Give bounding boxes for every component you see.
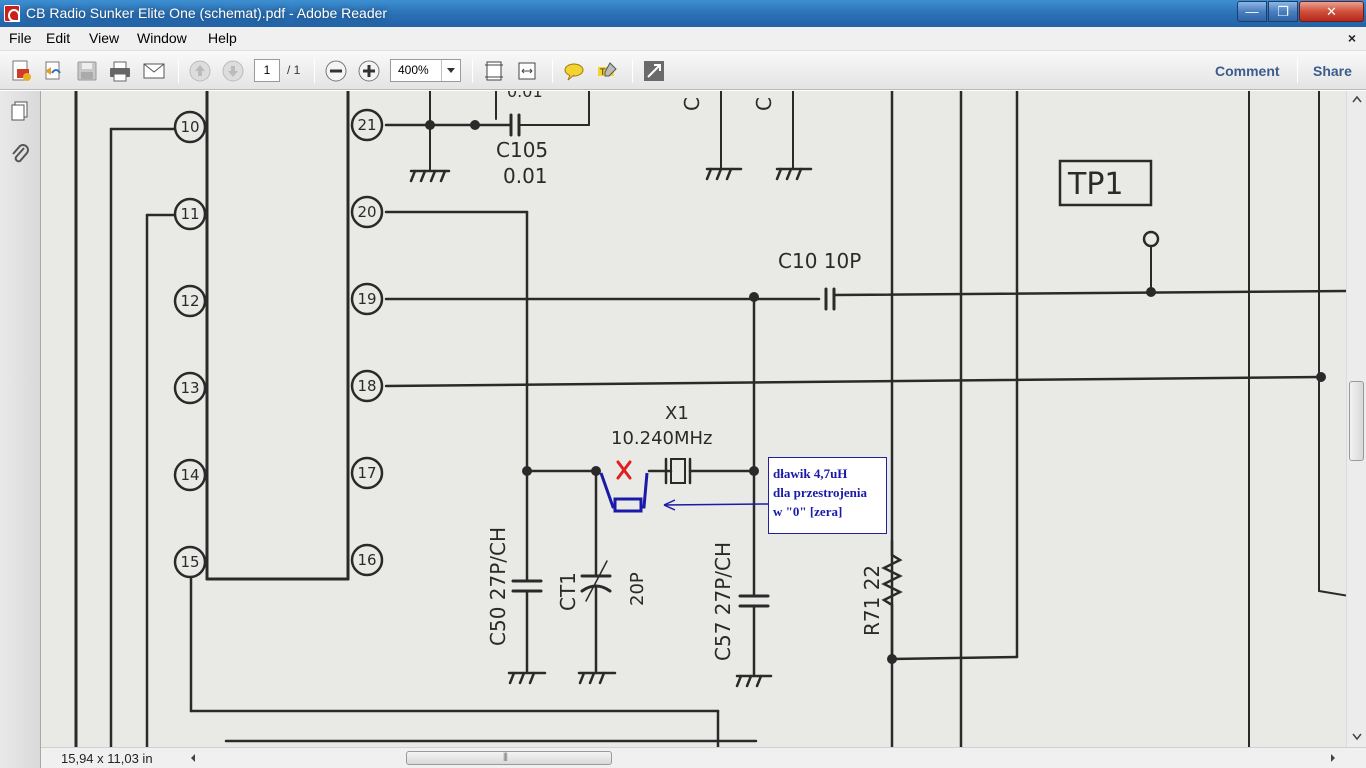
page-number-input[interactable]: 1	[254, 59, 280, 82]
adobe-reader-window: CB Radio Sunker Elite One (schemat).pdf …	[0, 0, 1366, 768]
title-bar: CB Radio Sunker Elite One (schemat).pdf …	[0, 0, 1366, 27]
menu-file[interactable]: File	[9, 30, 32, 46]
menu-window[interactable]: Window	[137, 30, 187, 46]
menu-edit[interactable]: Edit	[46, 30, 70, 46]
pin-label: 19	[357, 290, 376, 308]
ct1-value: 20P	[627, 572, 648, 606]
pin-label: 18	[357, 377, 376, 395]
pin-label: 16	[357, 551, 376, 569]
zoom-in-icon[interactable]	[357, 59, 381, 83]
full-screen-icon[interactable]	[642, 59, 666, 83]
c105-label: C105	[496, 138, 548, 162]
open-file-icon[interactable]	[42, 59, 66, 83]
print-icon[interactable]	[108, 59, 132, 83]
zoom-out-icon[interactable]	[324, 59, 348, 83]
c105-value: 0.01	[503, 164, 548, 188]
close-button[interactable]: ✕	[1299, 1, 1364, 22]
pin-label: 17	[357, 464, 376, 482]
sticky-note-icon[interactable]	[562, 59, 586, 83]
scroll-right-icon[interactable]	[1329, 753, 1337, 763]
comment-button[interactable]: Comment	[1215, 63, 1280, 79]
top-partial-label: 0.01	[507, 91, 543, 101]
toolbar-separator	[552, 59, 553, 83]
c57-label: C57 27P/CH	[711, 542, 735, 661]
maximize-button[interactable]: ❐	[1268, 1, 1298, 22]
scroll-down-icon[interactable]	[1352, 733, 1362, 741]
horizontal-scrollbar[interactable]	[186, 750, 1346, 766]
adobe-reader-icon	[4, 5, 20, 22]
navigation-panel	[0, 91, 41, 768]
share-button[interactable]: Share	[1313, 63, 1352, 79]
pin-label: 15	[180, 553, 199, 571]
attachments-icon[interactable]	[9, 143, 31, 165]
fit-page-icon[interactable]	[482, 59, 506, 83]
pin-label: 12	[180, 292, 199, 310]
horizontal-scroll-thumb[interactable]	[406, 751, 612, 765]
zoom-value[interactable]: 400%	[391, 60, 441, 81]
vertical-scroll-thumb[interactable]	[1349, 381, 1364, 461]
c50-label: C50 27P/CH	[486, 527, 510, 646]
schematic-page: 10 11 12 13 14 15 21 20 19 18 17 16 C105…	[74, 91, 1346, 747]
pin-label: 14	[180, 466, 199, 484]
toolbar-separator	[632, 59, 633, 83]
toolbar: 1 / 1 400% T Comment Share	[0, 51, 1366, 90]
pin-label: 20	[357, 203, 376, 221]
annotation-line: w "0" [zera]	[773, 504, 843, 519]
menu-help[interactable]: Help	[208, 30, 237, 46]
pin-label: 11	[180, 205, 199, 223]
previous-page-icon[interactable]	[188, 59, 212, 83]
status-bar: 15,94 x 11,03 in	[41, 747, 1366, 768]
x1-frequency: 10.240MHz	[611, 428, 713, 449]
toolbar-separator	[178, 59, 179, 83]
create-pdf-icon[interactable]	[9, 59, 33, 83]
email-icon[interactable]	[142, 59, 166, 83]
fit-width-icon[interactable]	[515, 59, 539, 83]
window-title: CB Radio Sunker Elite One (schemat).pdf …	[26, 5, 388, 21]
pin-label: 10	[180, 118, 199, 136]
annotation-line: dławik 4,7uH	[773, 466, 848, 481]
c-partial-label: C	[752, 97, 776, 111]
minimize-button[interactable]: —	[1237, 1, 1267, 22]
toolbar-separator	[314, 59, 315, 83]
pin-label: 13	[180, 379, 199, 397]
next-page-icon[interactable]	[221, 59, 245, 83]
save-icon[interactable]	[75, 59, 99, 83]
page-thumbnails-icon[interactable]	[9, 100, 31, 122]
annotation-line: dla przestrojenia	[773, 485, 867, 500]
menu-view[interactable]: View	[89, 30, 119, 46]
x1-label: X1	[665, 403, 689, 424]
toolbar-separator	[1297, 59, 1298, 83]
document-view[interactable]: 10 11 12 13 14 15 21 20 19 18 17 16 C105…	[41, 91, 1346, 747]
toolbar-separator	[472, 59, 473, 83]
close-document-button[interactable]: ×	[1348, 30, 1356, 46]
r71-label: R71 22	[860, 565, 884, 636]
page-total: / 1	[287, 63, 301, 77]
page-size-readout: 15,94 x 11,03 in	[61, 751, 153, 766]
annotation-note[interactable]: dławik 4,7uH dla przestrojenia w "0" [ze…	[768, 457, 887, 534]
highlight-text-icon[interactable]: T	[595, 59, 619, 83]
c-partial-label: C	[680, 97, 704, 111]
scroll-up-icon[interactable]	[1352, 95, 1362, 103]
pin-label: 21	[357, 116, 376, 134]
remove-mark-icon	[616, 460, 632, 480]
tp1-label: TP1	[1067, 167, 1124, 202]
vertical-scrollbar[interactable]	[1346, 91, 1366, 747]
chevron-down-icon[interactable]	[441, 60, 460, 81]
menu-bar: File Edit View Window Help ×	[0, 27, 1366, 51]
ct1-label: CT1	[556, 572, 580, 611]
zoom-select[interactable]: 400%	[390, 59, 461, 82]
c10-label: C10 10P	[778, 249, 861, 273]
